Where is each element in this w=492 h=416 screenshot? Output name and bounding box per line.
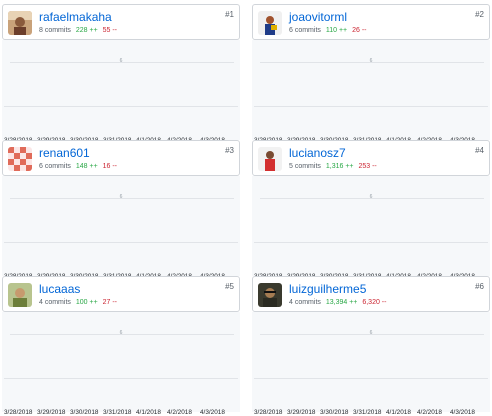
- x-tick-label: 3/31/2018: [353, 409, 382, 416]
- rank-label: #6: [475, 282, 484, 291]
- commit-activity-chart: 6 3/28/2018 3/29/2018 3/30/2018 3/31/2018 4/…: [252, 312, 492, 416]
- commit-count: 4 commits: [39, 299, 71, 306]
- additions-count: 228 ++: [75, 27, 98, 34]
- commit-count: 8 commits: [39, 27, 71, 34]
- contributor-card: lucaaas 4 commits 100 ++ 27 -- #5 6 3/28…: [2, 276, 240, 416]
- contributor-header: joaovitorml 6 commits 110 ++ 26 -- #2: [252, 4, 490, 40]
- contributor-stats: 4 commits 100 ++ 27 --: [39, 299, 117, 306]
- avatar-joaovitorml[interactable]: [258, 11, 282, 35]
- rank-label: #4: [475, 146, 484, 155]
- username-link[interactable]: lucianosz7: [289, 146, 346, 160]
- x-tick-label: 3/30/2018: [70, 409, 99, 416]
- contributor-card: renan601 6 commits 148 ++ 16 -- #3 6 3/2…: [2, 140, 240, 280]
- x-tick-label: 4/1/2018: [136, 409, 161, 416]
- username-link[interactable]: luizguilherme5: [289, 282, 366, 296]
- rank-label: #3: [225, 146, 234, 155]
- commit-activity-chart: 6 3/28/20183/29/20183/30/20183/31/20184/…: [2, 176, 240, 280]
- x-tick-label: 3/29/2018: [37, 409, 66, 416]
- additions-count: 110 ++: [325, 27, 348, 34]
- y-tick-label: 6: [119, 194, 123, 200]
- x-axis-ticks: 3/28/2018 3/29/2018 3/30/2018 3/31/2018 4/1/…: [4, 378, 244, 416]
- contributor-header: lucianosz7 5 commits 1,316 ++ 253 -- #4: [252, 140, 490, 176]
- additions-count: 148 ++: [75, 163, 98, 170]
- username-link[interactable]: joaovitorml: [289, 10, 347, 24]
- contributor-stats: 8 commits 228 ++ 55 --: [39, 27, 117, 34]
- contributor-stats: 4 commits 13,394 ++ 6,320 --: [289, 299, 386, 306]
- additions-count: 100 ++: [75, 299, 98, 306]
- deletions-count: 55 --: [102, 27, 118, 34]
- avatar-renan601[interactable]: [8, 147, 32, 171]
- commit-activity-chart: 6 3/28/2018 3/29/2018 3/30/2018 3/31/2018 4/…: [2, 312, 240, 416]
- x-axis-ticks: 3/28/20183/29/20183/30/20183/31/20184/1/…: [254, 106, 492, 144]
- x-axis-ticks: 3/28/20183/29/20183/30/20183/31/20184/1/…: [4, 242, 244, 280]
- commit-activity-chart: 6 3/28/20183/29/20183/30/20183/31/20184/…: [252, 40, 492, 144]
- commit-activity-chart: 6 3/28/20183/29/20183/30/20183/31/20184/…: [252, 176, 492, 280]
- commit-count: 4 commits: [289, 299, 321, 306]
- contributor-header: rafaelmakaha 8 commits 228 ++ 55 -- #1: [2, 4, 240, 40]
- x-tick-label: 3/28/2018: [4, 409, 33, 416]
- commit-count: 6 commits: [289, 27, 321, 34]
- x-tick-label: 3/29/2018: [287, 409, 316, 416]
- rank-label: #2: [475, 10, 484, 19]
- deletions-count: 253 --: [358, 163, 377, 170]
- avatar-lucianosz7[interactable]: [258, 147, 282, 171]
- x-tick-label: 4/2/2018: [417, 409, 442, 416]
- x-axis-ticks: 3/28/20183/29/20183/30/20183/31/20184/1/…: [254, 242, 492, 280]
- contributor-stats: 5 commits 1,316 ++ 253 --: [289, 163, 377, 170]
- contributor-header: lucaaas 4 commits 100 ++ 27 -- #5: [2, 276, 240, 312]
- rank-label: #1: [225, 10, 234, 19]
- additions-count: 13,394 ++: [325, 299, 358, 306]
- contributor-stats: 6 commits 148 ++ 16 --: [39, 163, 117, 170]
- deletions-count: 16 --: [102, 163, 118, 170]
- x-tick-label: 4/3/2018: [450, 409, 475, 416]
- y-tick-label: 6: [369, 58, 373, 64]
- username-link[interactable]: lucaaas: [39, 282, 80, 296]
- x-tick-label: 4/3/2018: [200, 409, 225, 416]
- y-tick-label: 6: [369, 330, 373, 336]
- contributor-header: renan601 6 commits 148 ++ 16 -- #3: [2, 140, 240, 176]
- username-link[interactable]: rafaelmakaha: [39, 10, 112, 24]
- avatar-rafaelmakaha[interactable]: [8, 11, 32, 35]
- x-axis-ticks: 3/28/2018 3/29/2018 3/30/2018 3/31/2018 4/1/…: [254, 378, 492, 416]
- contributor-card: joaovitorml 6 commits 110 ++ 26 -- #2 6 …: [252, 4, 492, 144]
- x-tick-label: 4/2/2018: [167, 409, 192, 416]
- x-tick-label: 3/30/2018: [320, 409, 349, 416]
- contributor-card: lucianosz7 5 commits 1,316 ++ 253 -- #4 …: [252, 140, 492, 280]
- deletions-count: 6,320 --: [362, 299, 387, 306]
- x-tick-label: 3/31/2018: [103, 409, 132, 416]
- x-tick-label: 3/28/2018: [254, 409, 283, 416]
- y-tick-label: 6: [119, 330, 123, 336]
- commit-activity-chart: 6 3/28/20183/29/20183/30/20183/31/20184/…: [2, 40, 240, 144]
- y-tick-label: 6: [119, 58, 123, 64]
- rank-label: #5: [225, 282, 234, 291]
- deletions-count: 26 --: [352, 27, 367, 34]
- x-tick-label: 4/1/2018: [386, 409, 411, 416]
- commit-count: 5 commits: [289, 163, 321, 170]
- commit-count: 6 commits: [39, 163, 71, 170]
- deletions-count: 27 --: [102, 299, 118, 306]
- avatar-lucaaas[interactable]: [8, 283, 32, 307]
- additions-count: 1,316 ++: [325, 163, 354, 170]
- x-axis-ticks: 3/28/20183/29/20183/30/20183/31/20184/1/…: [4, 106, 244, 144]
- contributor-card: rafaelmakaha 8 commits 228 ++ 55 -- #1 6…: [2, 4, 240, 144]
- contributor-header: luizguilherme5 4 commits 13,394 ++ 6,320…: [252, 276, 490, 312]
- username-link[interactable]: renan601: [39, 146, 90, 160]
- contributor-stats: 6 commits 110 ++ 26 --: [289, 27, 367, 34]
- avatar-luizguilherme5[interactable]: [258, 283, 282, 307]
- contributor-card: luizguilherme5 4 commits 13,394 ++ 6,320…: [252, 276, 492, 416]
- y-tick-label: 6: [369, 194, 373, 200]
